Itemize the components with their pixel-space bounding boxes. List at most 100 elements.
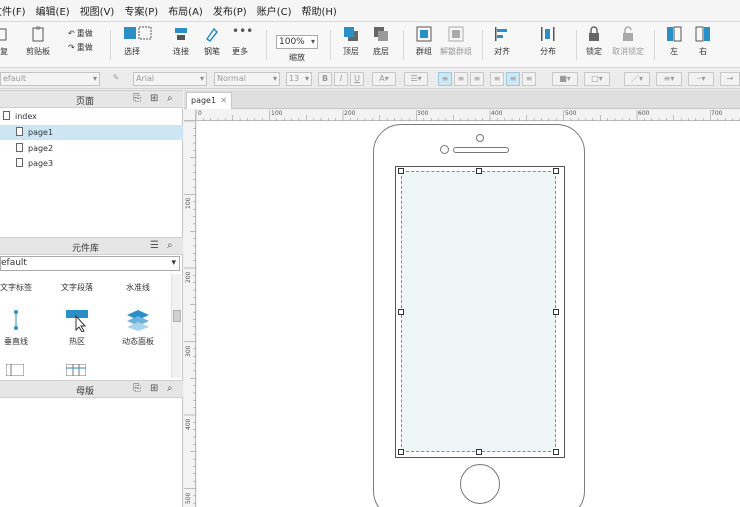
tab-page1[interactable]: page1 ✕ (186, 92, 232, 109)
zoom-label: 缩放 (289, 53, 305, 62)
pen-tool-button[interactable]: 钢笔 (204, 26, 220, 57)
search-icon[interactable]: ⌕ (167, 240, 173, 251)
clipboard-icon (30, 26, 46, 42)
shadow-button[interactable]: □▾ (584, 72, 610, 86)
select-tool-button[interactable]: 选择 (124, 26, 152, 57)
library-item-label[interactable]: 文字标签 (0, 282, 41, 293)
library-item-paragraph[interactable]: 文字段落 (52, 282, 102, 293)
line-color-button[interactable]: ／▾ (624, 72, 650, 86)
unlock-button[interactable]: 取消锁定 (612, 26, 644, 57)
page-tree-item[interactable]: page1 (0, 125, 183, 140)
unlock-icon (620, 26, 636, 42)
menu-layout[interactable]: 布局(A) (168, 3, 203, 18)
bold-button[interactable]: B (318, 72, 332, 86)
search-icon[interactable]: ⌕ (167, 383, 173, 394)
align-center-text-button[interactable]: ≡ (454, 72, 468, 86)
send-to-bottom-button[interactable]: 底层 (373, 26, 389, 57)
masters-panel-title: 母版 (76, 387, 95, 397)
line-style-button[interactable]: ┄▾ (688, 72, 714, 86)
font-select[interactable]: Arial (133, 72, 207, 86)
italic-button[interactable]: I (334, 72, 348, 86)
add-folder-icon[interactable]: ⊞ (150, 383, 158, 394)
fill-color-button[interactable]: ■▾ (552, 72, 578, 86)
underline-button[interactable]: U (350, 72, 364, 86)
menu-publish[interactable]: 发布(P) (213, 3, 247, 18)
paste-button[interactable]: 剪贴板 (26, 26, 50, 57)
hotspot-widget[interactable] (398, 168, 559, 455)
undo-button[interactable]: ↶ 重做 (68, 28, 93, 39)
format-bar: efault ✎ Arial Normal 13 B I U A▾ ☰▾ ≡ ≡… (0, 69, 740, 89)
resize-handle[interactable] (553, 168, 559, 174)
toolbar-divider (576, 30, 577, 60)
left-button[interactable]: 左 (666, 26, 682, 57)
add-master-icon[interactable]: ⎘ (133, 383, 141, 394)
close-icon[interactable]: ✕ (220, 93, 227, 108)
valign-top-button[interactable]: ≡ (490, 72, 504, 86)
ungroup-label: 解散群组 (440, 47, 472, 56)
pen-label: 钢笔 (204, 47, 220, 56)
page-tree-item[interactable]: page3 (0, 156, 183, 171)
zoom-select[interactable]: 100% (276, 35, 318, 49)
menu-account[interactable]: 账户(C) (257, 3, 292, 18)
size-select[interactable]: 13 (286, 72, 312, 86)
group-button[interactable]: 群组 (416, 26, 432, 57)
style-edit-icon[interactable]: ✎ (109, 72, 123, 86)
resize-handle[interactable] (476, 168, 482, 174)
menu-icon[interactable]: ☰ (150, 240, 159, 251)
menu-edit[interactable]: 编辑(E) (36, 3, 70, 18)
align-left-text-button[interactable]: ≡ (438, 72, 452, 86)
bullet-list-button[interactable]: ☰▾ (404, 72, 428, 86)
library-item-hline[interactable]: 水准线 (113, 282, 163, 293)
ruler-label: 600 (638, 110, 650, 117)
add-page-icon[interactable]: ⎘ (133, 93, 141, 104)
resize-handle[interactable] (398, 309, 404, 315)
font-color-button[interactable]: A▾ (372, 72, 396, 86)
menu-file[interactable]: 文件(F) (0, 3, 26, 18)
arrow-style-button[interactable]: → (720, 72, 740, 86)
valign-bottom-button[interactable]: ≡ (522, 72, 536, 86)
library-select[interactable]: efault (0, 256, 180, 271)
connect-tool-button[interactable]: 连接 (173, 26, 189, 57)
resize-handle[interactable] (476, 449, 482, 455)
page-tree-item[interactable]: index (0, 109, 183, 124)
library-scrollbar[interactable] (171, 274, 181, 378)
ungroup-button[interactable]: 解散群组 (440, 26, 472, 57)
resize-handle[interactable] (553, 449, 559, 455)
align-right-text-button[interactable]: ≡ (470, 72, 484, 86)
document-tab-bar: page1 ✕ (184, 90, 740, 109)
line-width-button[interactable]: ≡▾ (656, 72, 682, 86)
resize-handle[interactable] (553, 309, 559, 315)
resize-handle[interactable] (398, 168, 404, 174)
more-tools-button[interactable]: ••• 更多 (232, 25, 253, 57)
copy-icon (0, 26, 12, 42)
resize-handle[interactable] (398, 449, 404, 455)
valign-middle-button[interactable]: ≡ (506, 72, 520, 86)
redo-button[interactable]: ↷ 重做 (68, 42, 93, 53)
lock-button[interactable]: 锁定 (586, 26, 602, 57)
library-item-hotspot[interactable]: 热区 (52, 336, 102, 347)
design-canvas[interactable] (197, 121, 740, 507)
search-icon[interactable]: ⌕ (167, 93, 173, 104)
add-folder-icon[interactable]: ⊞ (150, 93, 158, 104)
align-button[interactable]: 对齐 (494, 26, 510, 57)
toolbar-divider (266, 30, 267, 60)
select-label: 选择 (124, 47, 140, 56)
menu-help[interactable]: 帮助(H) (301, 3, 336, 18)
page-tree-item[interactable]: page2 (0, 141, 183, 156)
bring-to-top-button[interactable]: 顶层 (343, 26, 359, 57)
scrollbar-thumb[interactable] (173, 310, 181, 322)
ruler-label: 700 (711, 110, 723, 117)
weight-select[interactable]: Normal (214, 72, 280, 86)
ruler-label: 0 (198, 110, 202, 117)
copy-button[interactable]: 复 (0, 26, 12, 57)
menu-project[interactable]: 专案(P) (124, 3, 158, 18)
ruler-label: 500 (565, 110, 577, 117)
left-panel: 页面 ⎘ ⊞ ⌕ index page1 page2 page3 元件库 ☰ ⌕… (0, 90, 183, 507)
menu-view[interactable]: 视图(V) (80, 3, 115, 18)
right-button[interactable]: 右 (695, 26, 711, 57)
distribute-button[interactable]: 分布 (540, 26, 556, 57)
ruler-label: 300 (417, 110, 429, 117)
style-select[interactable]: efault (0, 72, 100, 86)
library-item-vline[interactable]: 垂直线 (0, 336, 41, 347)
library-item-dynamic-panel[interactable]: 动态面板 (113, 336, 163, 347)
